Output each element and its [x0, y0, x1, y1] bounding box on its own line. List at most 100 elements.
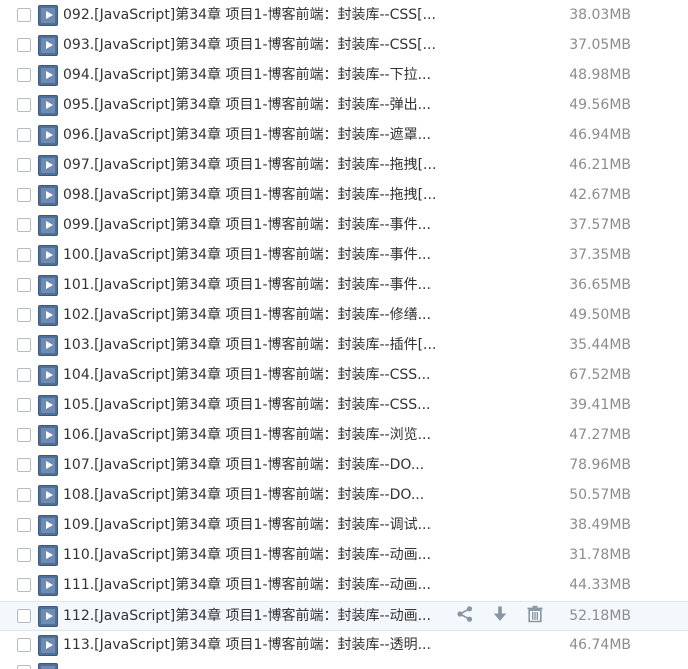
file-row[interactable]: 098.[JavaScript]第34章 项目1-博客前端：封装库--拖拽[..… [0, 181, 688, 211]
row-checkbox[interactable] [17, 368, 31, 382]
row-checkbox[interactable] [17, 665, 31, 669]
file-size: 39.41MB [569, 397, 631, 413]
file-size: 47.27MB [569, 427, 631, 443]
row-checkbox[interactable] [17, 278, 31, 292]
row-checkbox[interactable] [17, 638, 31, 652]
file-name[interactable]: 093.[JavaScript]第34章 项目1-博客前端：封装库--CSS[.… [63, 31, 458, 59]
share-button[interactable] [452, 604, 478, 628]
file-name[interactable]: 098.[JavaScript]第34章 项目1-博客前端：封装库--拖拽[..… [63, 181, 458, 209]
row-checkbox[interactable] [17, 609, 31, 623]
file-row[interactable]: 097.[JavaScript]第34章 项目1-博客前端：封装库--拖拽[..… [0, 151, 688, 181]
share-icon [456, 605, 474, 627]
row-checkbox[interactable] [17, 428, 31, 442]
file-row[interactable]: 101.[JavaScript]第34章 项目1-博客前端：封装库--事件...… [0, 271, 688, 301]
file-row[interactable]: 109.[JavaScript]第34章 项目1-博客前端：封装库--调试...… [0, 511, 688, 541]
file-row[interactable]: 093.[JavaScript]第34章 项目1-博客前端：封装库--CSS[.… [0, 31, 688, 61]
file-row[interactable]: 099.[JavaScript]第34章 项目1-博客前端：封装库--事件...… [0, 211, 688, 241]
file-name[interactable]: 112.[JavaScript]第34章 项目1-博客前端：封装库--动画... [63, 602, 458, 630]
row-checkbox[interactable] [17, 338, 31, 352]
file-name[interactable]: 095.[JavaScript]第34章 项目1-博客前端：封装库--弹出... [63, 91, 458, 119]
file-size: 48.98MB [569, 67, 631, 83]
row-checkbox[interactable] [17, 248, 31, 262]
file-size: 67.52MB [569, 367, 631, 383]
file-size: 31.78MB [569, 547, 631, 563]
video-file-icon [38, 515, 58, 536]
file-row[interactable]: 103.[JavaScript]第34章 项目1-博客前端：封装库--插件[..… [0, 331, 688, 361]
video-file-icon [38, 5, 58, 26]
file-name[interactable]: 100.[JavaScript]第34章 项目1-博客前端：封装库--事件... [63, 241, 458, 269]
file-name[interactable]: 107.[JavaScript]第34章 项目1-博客前端：封装库--DO... [63, 451, 458, 479]
row-checkbox[interactable] [17, 488, 31, 502]
file-row[interactable]: 108.[JavaScript]第34章 项目1-博客前端：封装库--DO...… [0, 481, 688, 511]
video-file-icon [38, 215, 58, 236]
file-size: 49.56MB [569, 97, 631, 113]
file-size: 46.21MB [569, 157, 631, 173]
video-file-icon [38, 395, 58, 416]
video-file-icon [38, 245, 58, 266]
row-checkbox[interactable] [17, 158, 31, 172]
file-name[interactable]: 111.[JavaScript]第34章 项目1-博客前端：封装库--动画... [63, 571, 458, 599]
file-row[interactable]: 111.[JavaScript]第34章 项目1-博客前端：封装库--动画...… [0, 571, 688, 601]
row-checkbox[interactable] [17, 128, 31, 142]
file-row[interactable]: 107.[JavaScript]第34章 项目1-博客前端：封装库--DO...… [0, 451, 688, 481]
row-checkbox[interactable] [17, 578, 31, 592]
file-name[interactable]: 094.[JavaScript]第34章 项目1-博客前端：封装库--下拉... [63, 61, 458, 89]
file-row[interactable]: 104.[JavaScript]第34章 项目1-博客前端：封装库--CSS..… [0, 361, 688, 391]
file-row[interactable]: 106.[JavaScript]第34章 项目1-博客前端：封装库--浏览...… [0, 421, 688, 451]
row-checkbox[interactable] [17, 518, 31, 532]
file-size: 38.49MB [569, 517, 631, 533]
file-row[interactable]: 092.[JavaScript]第34章 项目1-博客前端：封装库--CSS[.… [0, 1, 688, 31]
file-name[interactable]: 092.[JavaScript]第34章 项目1-博客前端：封装库--CSS[.… [63, 1, 458, 29]
file-name[interactable]: 101.[JavaScript]第34章 项目1-博客前端：封装库--事件... [63, 271, 458, 299]
download-button[interactable] [487, 604, 513, 628]
file-row[interactable]: 110.[JavaScript]第34章 项目1-博客前端：封装库--动画...… [0, 541, 688, 571]
file-name[interactable]: 096.[JavaScript]第34章 项目1-博客前端：封装库--遮罩... [63, 121, 458, 149]
file-row[interactable]: 096.[JavaScript]第34章 项目1-博客前端：封装库--遮罩...… [0, 121, 688, 151]
file-row[interactable]: 095.[JavaScript]第34章 项目1-博客前端：封装库--弹出...… [0, 91, 688, 121]
file-name[interactable]: 102.[JavaScript]第34章 项目1-博客前端：封装库--修缮... [63, 301, 458, 329]
file-name[interactable]: 108.[JavaScript]第34章 项目1-博客前端：封装库--DO... [63, 481, 458, 509]
row-checkbox[interactable] [17, 398, 31, 412]
file-row[interactable]: 102.[JavaScript]第34章 项目1-博客前端：封装库--修缮...… [0, 301, 688, 331]
row-checkbox[interactable] [17, 308, 31, 322]
file-name[interactable]: 106.[JavaScript]第34章 项目1-博客前端：封装库--浏览... [63, 421, 458, 449]
video-file-icon [38, 575, 58, 596]
file-size: 46.94MB [569, 127, 631, 143]
file-size: 36.65MB [569, 277, 631, 293]
video-file-icon [38, 485, 58, 506]
file-name[interactable]: 103.[JavaScript]第34章 项目1-博客前端：封装库--插件[..… [63, 331, 458, 359]
video-file-icon [38, 663, 58, 669]
row-checkbox[interactable] [17, 38, 31, 52]
file-size: 52.18MB [569, 608, 631, 624]
file-row-partial[interactable] [0, 658, 688, 669]
row-checkbox[interactable] [17, 458, 31, 472]
file-size: 46.74MB [569, 637, 631, 653]
video-file-icon [38, 125, 58, 146]
row-checkbox[interactable] [17, 548, 31, 562]
file-name[interactable]: 109.[JavaScript]第34章 项目1-博客前端：封装库--调试... [63, 511, 458, 539]
download-icon [491, 605, 509, 627]
file-name[interactable]: 099.[JavaScript]第34章 项目1-博客前端：封装库--事件... [63, 211, 458, 239]
row-checkbox[interactable] [17, 218, 31, 232]
video-file-icon [38, 635, 58, 656]
file-name[interactable]: 110.[JavaScript]第34章 项目1-博客前端：封装库--动画... [63, 541, 458, 569]
file-size: 37.05MB [569, 37, 631, 53]
file-row[interactable]: 113.[JavaScript]第34章 项目1-博客前端：封装库--透明...… [0, 631, 688, 661]
video-file-icon [38, 365, 58, 386]
file-row[interactable]: 105.[JavaScript]第34章 项目1-博客前端：封装库--CSS..… [0, 391, 688, 421]
file-row[interactable]: 112.[JavaScript]第34章 项目1-博客前端：封装库--动画...… [0, 601, 688, 631]
video-file-icon [38, 425, 58, 446]
file-row[interactable]: 094.[JavaScript]第34章 项目1-博客前端：封装库--下拉...… [0, 61, 688, 91]
row-checkbox[interactable] [17, 8, 31, 22]
file-name[interactable]: 097.[JavaScript]第34章 项目1-博客前端：封装库--拖拽[..… [63, 151, 458, 179]
file-row[interactable]: 100.[JavaScript]第34章 项目1-博客前端：封装库--事件...… [0, 241, 688, 271]
row-checkbox[interactable] [17, 68, 31, 82]
row-checkbox[interactable] [17, 188, 31, 202]
row-checkbox[interactable] [17, 98, 31, 112]
file-name[interactable]: 104.[JavaScript]第34章 项目1-博客前端：封装库--CSS..… [63, 361, 458, 389]
file-name[interactable]: 105.[JavaScript]第34章 项目1-博客前端：封装库--CSS..… [63, 391, 458, 419]
file-size: 37.57MB [569, 217, 631, 233]
file-name[interactable]: 113.[JavaScript]第34章 项目1-博客前端：封装库--透明... [63, 631, 458, 659]
file-size: 37.35MB [569, 247, 631, 263]
video-file-icon [38, 606, 58, 627]
